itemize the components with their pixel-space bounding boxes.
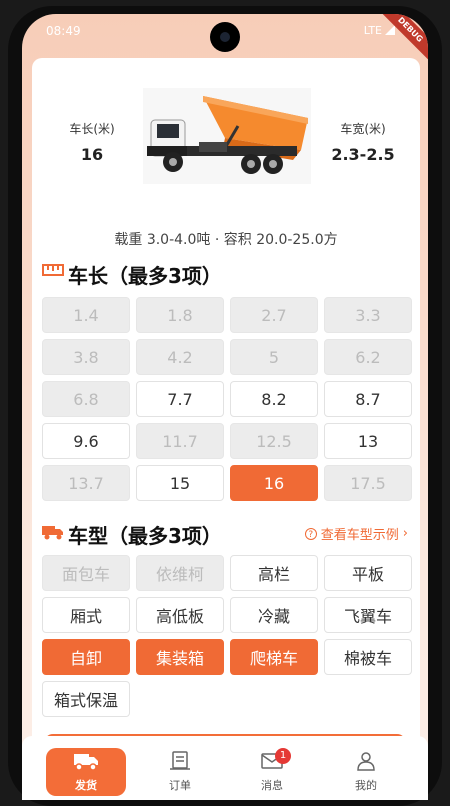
length-option: 3.8: [42, 339, 130, 375]
nav-label-orders: 订单: [169, 779, 191, 792]
length-option: 6.8: [42, 381, 130, 417]
status-time: 08:49: [46, 24, 81, 38]
network-type: LTE: [363, 24, 382, 37]
vehicle-type-option[interactable]: 高低板: [136, 597, 224, 633]
debug-banner: DEBUG: [376, 14, 428, 64]
length-options-grid: 1.4 1.8 2.7 3.3 3.8 4.2 5 6.2 6.8 7.7 8.2 8.7 9.6 11.…: [42, 297, 412, 501]
chevron-right-icon: ›: [402, 526, 408, 541]
order-icon: [170, 751, 190, 770]
nav-label-messages: 消息: [261, 779, 283, 792]
length-option[interactable]: 9.6: [42, 423, 130, 459]
length-option: 5: [230, 339, 318, 375]
length-option[interactable]: 8.2: [230, 381, 318, 417]
vehicle-type-option[interactable]: 箱式保温: [42, 681, 130, 717]
type-options-grid: 面包车 依维柯 高栏 平板厢式 高低板 冷藏 飞翼车自卸 集装箱 爬梯车 棉被车箱式保温: [42, 555, 412, 717]
length-spec-label: 车长(米): [69, 122, 115, 136]
nav-item-profile[interactable]: 我的: [326, 751, 406, 793]
nav-label-ship: 发货: [75, 779, 97, 792]
vehicle-type-option[interactable]: 高栏: [230, 555, 318, 591]
width-spec: 车宽(米) 2.3-2.5: [318, 120, 408, 164]
vehicle-selection-card: 车长(米) 16 车宽(米) 2.3-2.5 载重 3.0-4.0吨 · 容积 …: [32, 58, 420, 758]
dump-truck-image: [143, 88, 311, 184]
length-option: 3.3: [324, 297, 412, 333]
length-option[interactable]: 7.7: [136, 381, 224, 417]
vehicle-type-option: 依维柯: [136, 555, 224, 591]
length-option: 2.7: [230, 297, 318, 333]
vehicle-type-option[interactable]: 自卸: [42, 639, 130, 675]
vehicle-type-option[interactable]: 集装箱: [136, 639, 224, 675]
vehicle-type-option: 面包车: [42, 555, 130, 591]
length-option: 17.5: [324, 465, 412, 501]
nav-item-orders[interactable]: 订单: [140, 751, 220, 793]
length-option: 1.4: [42, 297, 130, 333]
length-option[interactable]: 16: [230, 465, 318, 501]
length-option: 4.2: [136, 339, 224, 375]
nav-item-ship[interactable]: 发货: [46, 751, 126, 793]
truck-section-icon: [42, 526, 63, 540]
vehicle-type-option[interactable]: 平板: [324, 555, 412, 591]
vehicle-type-option[interactable]: 厢式: [42, 597, 130, 633]
length-spec-value: 16: [80, 145, 104, 164]
length-option[interactable]: 15: [136, 465, 224, 501]
vehicle-type-option[interactable]: 飞翼车: [324, 597, 412, 633]
type-section-title: 车型（最多3项）: [68, 524, 222, 548]
vehicle-type-option[interactable]: 爬梯车: [230, 639, 318, 675]
user-icon: [357, 752, 375, 771]
app-screen: 08:49 LTE DEBUG 车长(米) 16 车宽(米) 2.3-2.5 载…: [22, 14, 428, 800]
length-option: 1.8: [136, 297, 224, 333]
length-option: 12.5: [230, 423, 318, 459]
help-icon: ?: [304, 527, 317, 540]
vehicle-type-option[interactable]: 冷藏: [230, 597, 318, 633]
length-spec: 车长(米) 16: [52, 120, 132, 164]
nav-label-profile: 我的: [355, 779, 377, 792]
message-badge: 1: [275, 748, 291, 764]
capacity-text: 载重 3.0-4.0吨 · 容积 20.0-25.0方: [114, 232, 338, 248]
front-camera: [210, 22, 240, 52]
length-option: 11.7: [136, 423, 224, 459]
vehicle-example-link-label: 查看车型示例: [320, 528, 399, 543]
nav-item-messages[interactable]: 1 消息: [232, 748, 312, 793]
signal-icon: [385, 25, 395, 35]
phone-frame: 08:49 LTE DEBUG 车长(米) 16 车宽(米) 2.3-2.5 载…: [0, 0, 450, 806]
width-spec-label: 车宽(米): [340, 122, 386, 136]
length-section-title: 车长（最多3项）: [68, 264, 222, 288]
length-option: 13.7: [42, 465, 130, 501]
width-spec-value: 2.3-2.5: [331, 145, 395, 164]
length-option[interactable]: 8.7: [324, 381, 412, 417]
vehicle-type-option[interactable]: 棉被车: [324, 639, 412, 675]
ruler-icon: [42, 264, 64, 276]
length-option: 6.2: [324, 339, 412, 375]
length-option[interactable]: 13: [324, 423, 412, 459]
truck-icon: [74, 754, 98, 771]
vehicle-example-link[interactable]: ? 查看车型示例 ›: [304, 524, 408, 543]
